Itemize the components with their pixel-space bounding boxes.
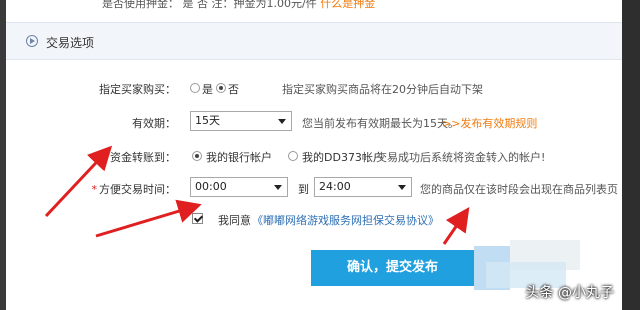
arrow-to-agreement bbox=[95, 199, 202, 238]
arrow-to-fund-transfer bbox=[44, 145, 113, 218]
arrow-to-submit bbox=[442, 207, 470, 245]
watermark: 头条 @小丸子 bbox=[525, 285, 614, 301]
annotation-arrows bbox=[44, 145, 470, 245]
